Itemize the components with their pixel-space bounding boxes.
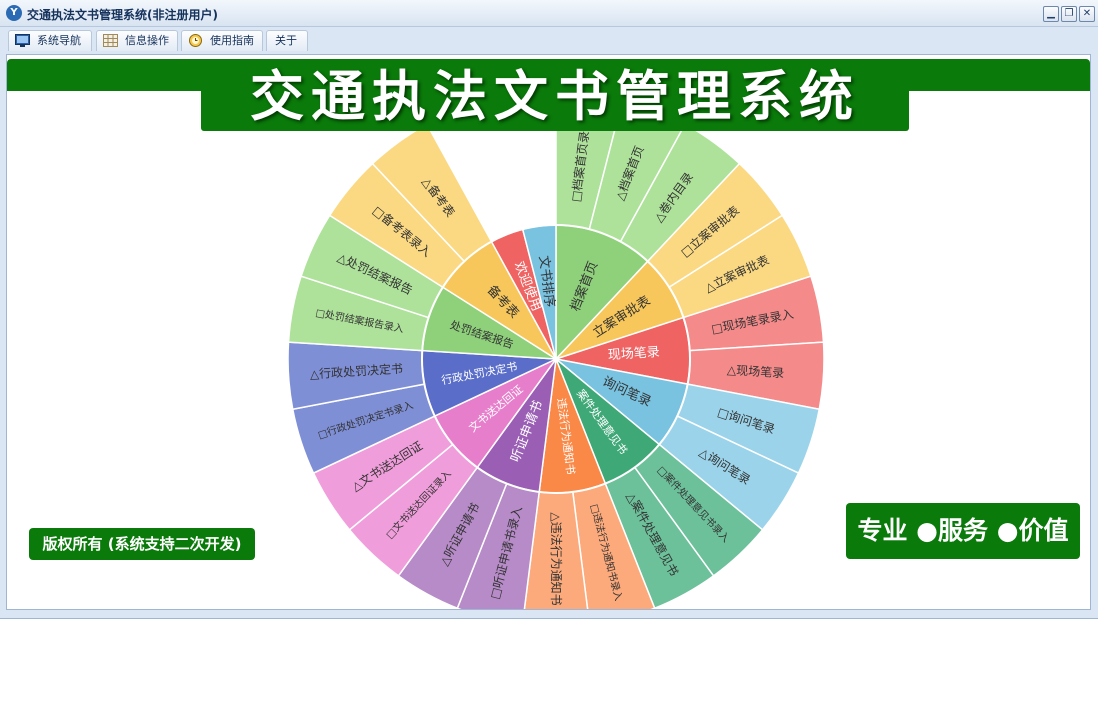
app-logo-icon: Y [6,5,22,21]
page-title: 交通执法文书管理系统 [250,64,860,128]
window-title: 交通执法文书管理系统(非注册用户) [27,8,218,22]
slogan-badge: 专业 ●服务 ●价值 [846,503,1080,559]
tab-system-navigation[interactable]: 系统导航 [8,30,92,51]
tab-label: 关于 [275,34,297,47]
title-bar: Y 交通执法文书管理系统(非注册用户) ▁ ❐ ✕ [0,0,1098,27]
minimize-button[interactable]: ▁ [1043,6,1059,22]
tab-about[interactable]: 关于 [266,30,308,51]
clock-icon [189,34,202,47]
tab-label: 使用指南 [210,34,254,47]
grid-icon [103,34,118,47]
wheel-item-label: △违法行为通知书 [549,512,563,605]
monitor-icon [15,34,30,47]
copyright-badge: 版权所有 (系统支持二次开发) [29,528,255,560]
tab-info-operations[interactable]: 信息操作 [96,30,178,51]
main-content: 档案首页 □档案首页录入 △档案首页 △卷内目录 立案审批表 □立案审批表 △立案审批表 现场… [6,54,1091,610]
wheel-sector-label: 现场笔录 [607,344,660,363]
banner: 交通执法文书管理系统 [201,61,909,131]
tab-bar: 系统导航 信息操作 使用指南 关于 [0,27,1098,53]
close-button[interactable]: ✕ [1079,6,1095,22]
tab-label: 信息操作 [125,34,169,47]
app-window: Y 交通执法文书管理系统(非注册用户) ▁ ❐ ✕ 系统导航 信息操作 使用指南… [0,0,1098,619]
tab-user-guide[interactable]: 使用指南 [181,30,263,51]
restore-button[interactable]: ❐ [1061,6,1077,22]
tab-label: 系统导航 [37,34,81,47]
